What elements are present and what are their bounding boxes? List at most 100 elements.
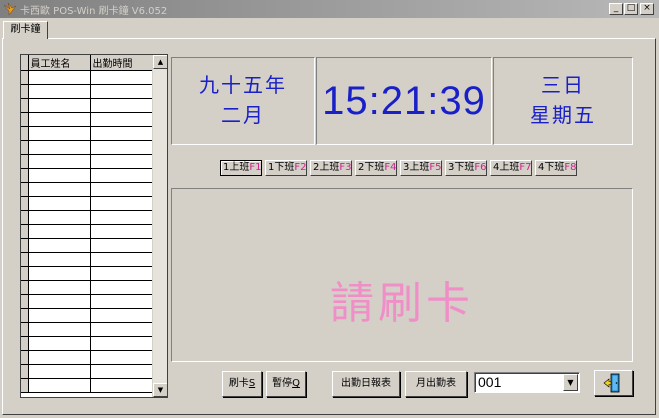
employee-name-cell[interactable] xyxy=(28,308,91,323)
employee-name-cell[interactable] xyxy=(28,238,91,253)
store-select[interactable]: 001 ▼ xyxy=(474,372,580,393)
employee-name-cell[interactable] xyxy=(28,280,91,295)
maximize-button[interactable]: □ xyxy=(624,3,638,15)
table-row[interactable] xyxy=(21,280,153,295)
clock-time-cell[interactable] xyxy=(90,294,153,309)
clock-time-cell[interactable] xyxy=(90,280,153,295)
table-row[interactable] xyxy=(21,70,153,85)
column-header-clock-time[interactable]: 出勤時間 xyxy=(90,55,153,71)
column-header-employee-name[interactable]: 員工姓名 xyxy=(28,55,91,71)
table-row[interactable] xyxy=(21,322,153,337)
attendance-grid[interactable]: 員工姓名 出勤時間 ▲ ▼ xyxy=(20,54,168,398)
row-indicator-cell[interactable] xyxy=(21,294,29,309)
monthly-report-button[interactable]: 月出勤表 xyxy=(405,371,467,397)
table-row[interactable] xyxy=(21,294,153,309)
table-row[interactable] xyxy=(21,350,153,365)
clock-time-cell[interactable] xyxy=(90,84,153,99)
shift-button-f3[interactable]: 2上班F3 xyxy=(310,160,352,176)
row-indicator-cell[interactable] xyxy=(21,308,29,323)
table-row[interactable] xyxy=(21,126,153,141)
table-row[interactable] xyxy=(21,308,153,323)
row-indicator-cell[interactable] xyxy=(21,182,29,197)
scroll-down-button[interactable]: ▼ xyxy=(153,383,167,397)
scroll-up-button[interactable]: ▲ xyxy=(153,55,167,69)
table-row[interactable] xyxy=(21,196,153,211)
table-row[interactable] xyxy=(21,168,153,183)
grid-vertical-scrollbar[interactable]: ▲ ▼ xyxy=(152,55,167,397)
clock-time-cell[interactable] xyxy=(90,378,153,393)
employee-name-cell[interactable] xyxy=(28,364,91,379)
employee-name-cell[interactable] xyxy=(28,336,91,351)
row-indicator-cell[interactable] xyxy=(21,252,29,267)
employee-name-cell[interactable] xyxy=(28,182,91,197)
row-indicator-cell[interactable] xyxy=(21,336,29,351)
clock-time-cell[interactable] xyxy=(90,210,153,225)
table-row[interactable] xyxy=(21,182,153,197)
clock-time-cell[interactable] xyxy=(90,224,153,239)
employee-name-cell[interactable] xyxy=(28,98,91,113)
shift-button-f7[interactable]: 4上班F7 xyxy=(490,160,532,176)
employee-name-cell[interactable] xyxy=(28,126,91,141)
row-indicator-cell[interactable] xyxy=(21,84,29,99)
minimize-button[interactable]: _ xyxy=(609,3,623,15)
employee-name-cell[interactable] xyxy=(28,266,91,281)
clock-time-cell[interactable] xyxy=(90,252,153,267)
row-indicator-cell[interactable] xyxy=(21,112,29,127)
row-indicator-cell[interactable] xyxy=(21,210,29,225)
title-bar[interactable]: 卡西歐 POS-Win 刷卡鐘 V6.052 _ □ × xyxy=(0,0,659,18)
row-indicator-cell[interactable] xyxy=(21,266,29,281)
table-row[interactable] xyxy=(21,336,153,351)
row-indicator-cell[interactable] xyxy=(21,350,29,365)
clock-time-cell[interactable] xyxy=(90,126,153,141)
employee-name-cell[interactable] xyxy=(28,224,91,239)
clock-time-cell[interactable] xyxy=(90,336,153,351)
row-indicator-cell[interactable] xyxy=(21,168,29,183)
clock-time-cell[interactable] xyxy=(90,168,153,183)
row-indicator-cell[interactable] xyxy=(21,70,29,85)
exit-button[interactable] xyxy=(594,370,633,396)
shift-button-f5[interactable]: 3上班F5 xyxy=(400,160,442,176)
employee-name-cell[interactable] xyxy=(28,350,91,365)
clock-time-cell[interactable] xyxy=(90,182,153,197)
shift-button-f2[interactable]: 1下班F2 xyxy=(265,160,307,176)
clock-time-cell[interactable] xyxy=(90,140,153,155)
table-row[interactable] xyxy=(21,84,153,99)
clock-time-cell[interactable] xyxy=(90,238,153,253)
employee-name-cell[interactable] xyxy=(28,322,91,337)
table-row[interactable] xyxy=(21,252,153,267)
clock-time-cell[interactable] xyxy=(90,266,153,281)
daily-report-button[interactable]: 出勤日報表 xyxy=(332,371,400,397)
table-row[interactable] xyxy=(21,154,153,169)
close-button[interactable]: × xyxy=(640,3,654,15)
swipe-button[interactable]: 刷卡S xyxy=(222,371,262,397)
employee-name-cell[interactable] xyxy=(28,196,91,211)
employee-name-cell[interactable] xyxy=(28,154,91,169)
clock-time-cell[interactable] xyxy=(90,98,153,113)
store-select-dropdown-button[interactable]: ▼ xyxy=(563,374,578,391)
clock-time-cell[interactable] xyxy=(90,308,153,323)
table-row[interactable] xyxy=(21,210,153,225)
row-indicator-cell[interactable] xyxy=(21,378,29,393)
employee-name-cell[interactable] xyxy=(28,294,91,309)
clock-time-cell[interactable] xyxy=(90,70,153,85)
table-row[interactable] xyxy=(21,364,153,379)
row-indicator-cell[interactable] xyxy=(21,154,29,169)
shift-button-f6[interactable]: 3下班F6 xyxy=(445,160,487,176)
employee-name-cell[interactable] xyxy=(28,84,91,99)
employee-name-cell[interactable] xyxy=(28,378,91,393)
employee-name-cell[interactable] xyxy=(28,168,91,183)
employee-name-cell[interactable] xyxy=(28,112,91,127)
tab-time-clock[interactable]: 刷卡鐘 xyxy=(3,21,48,39)
row-indicator-cell[interactable] xyxy=(21,238,29,253)
clock-time-cell[interactable] xyxy=(90,154,153,169)
table-row[interactable] xyxy=(21,224,153,239)
row-indicator-cell[interactable] xyxy=(21,98,29,113)
table-row[interactable] xyxy=(21,140,153,155)
pause-button[interactable]: 暫停Q xyxy=(266,371,306,397)
table-row[interactable] xyxy=(21,266,153,281)
table-row[interactable] xyxy=(21,112,153,127)
row-indicator-cell[interactable] xyxy=(21,126,29,141)
row-indicator-cell[interactable] xyxy=(21,196,29,211)
clock-time-cell[interactable] xyxy=(90,112,153,127)
row-indicator-cell[interactable] xyxy=(21,140,29,155)
